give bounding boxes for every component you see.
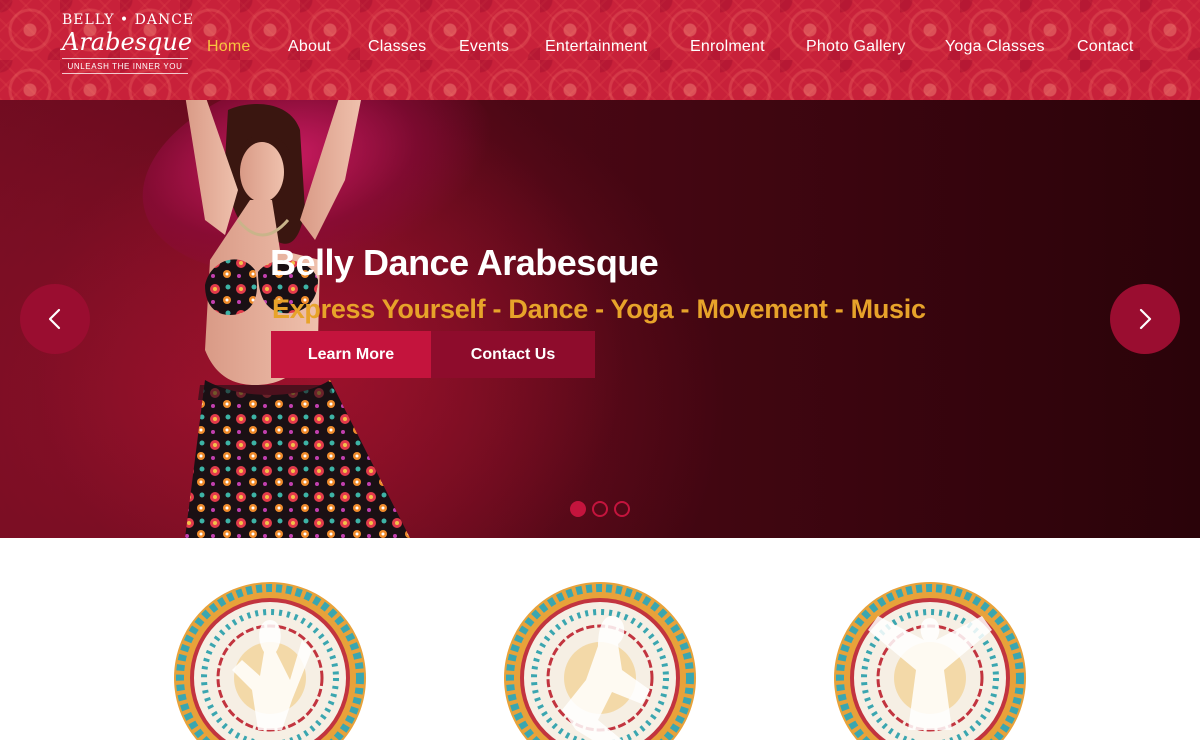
hero-subtitle: Express Yourself - Dance - Yoga - Moveme… xyxy=(272,294,926,324)
nav-item-entertainment[interactable]: Entertainment xyxy=(545,38,647,56)
main-nav: Home About Classes Events Entertainment … xyxy=(0,38,1200,62)
slider-dot-3[interactable] xyxy=(614,501,630,517)
nav-item-classes[interactable]: Classes xyxy=(368,38,426,56)
learn-more-button[interactable]: Learn More xyxy=(271,331,431,378)
logo-top-text: BELLY • DANCE xyxy=(62,12,195,28)
slider-prev-button[interactable] xyxy=(20,284,90,354)
mandala-dancer-image-2[interactable] xyxy=(502,580,698,740)
nav-item-home[interactable]: Home xyxy=(207,38,250,56)
nav-item-enrolment[interactable]: Enrolment xyxy=(690,38,765,56)
contact-us-button[interactable]: Contact Us xyxy=(431,331,595,378)
mandala-dancer-image-3[interactable] xyxy=(832,580,1028,740)
slider-next-button[interactable] xyxy=(1110,284,1180,354)
mandala-dancer-image-1[interactable] xyxy=(172,580,368,740)
nav-item-events[interactable]: Events xyxy=(459,38,509,56)
nav-item-about[interactable]: About xyxy=(288,38,331,56)
slider-dot-2[interactable] xyxy=(592,501,608,517)
site-header: BELLY • DANCE Arabesque UNLEASH THE INNE… xyxy=(0,0,1200,100)
chevron-right-icon xyxy=(1139,308,1152,330)
chevron-left-icon xyxy=(48,308,61,330)
nav-item-photo-gallery[interactable]: Photo Gallery xyxy=(806,38,906,56)
nav-item-contact[interactable]: Contact xyxy=(1077,38,1134,56)
hero-title: Belly Dance Arabesque xyxy=(270,242,659,283)
hero-slider: Belly Dance Arabesque Express Yourself -… xyxy=(0,100,1200,538)
nav-item-yoga-classes[interactable]: Yoga Classes xyxy=(945,38,1045,56)
slider-pagination xyxy=(570,501,632,517)
slider-dot-1[interactable] xyxy=(570,501,586,517)
